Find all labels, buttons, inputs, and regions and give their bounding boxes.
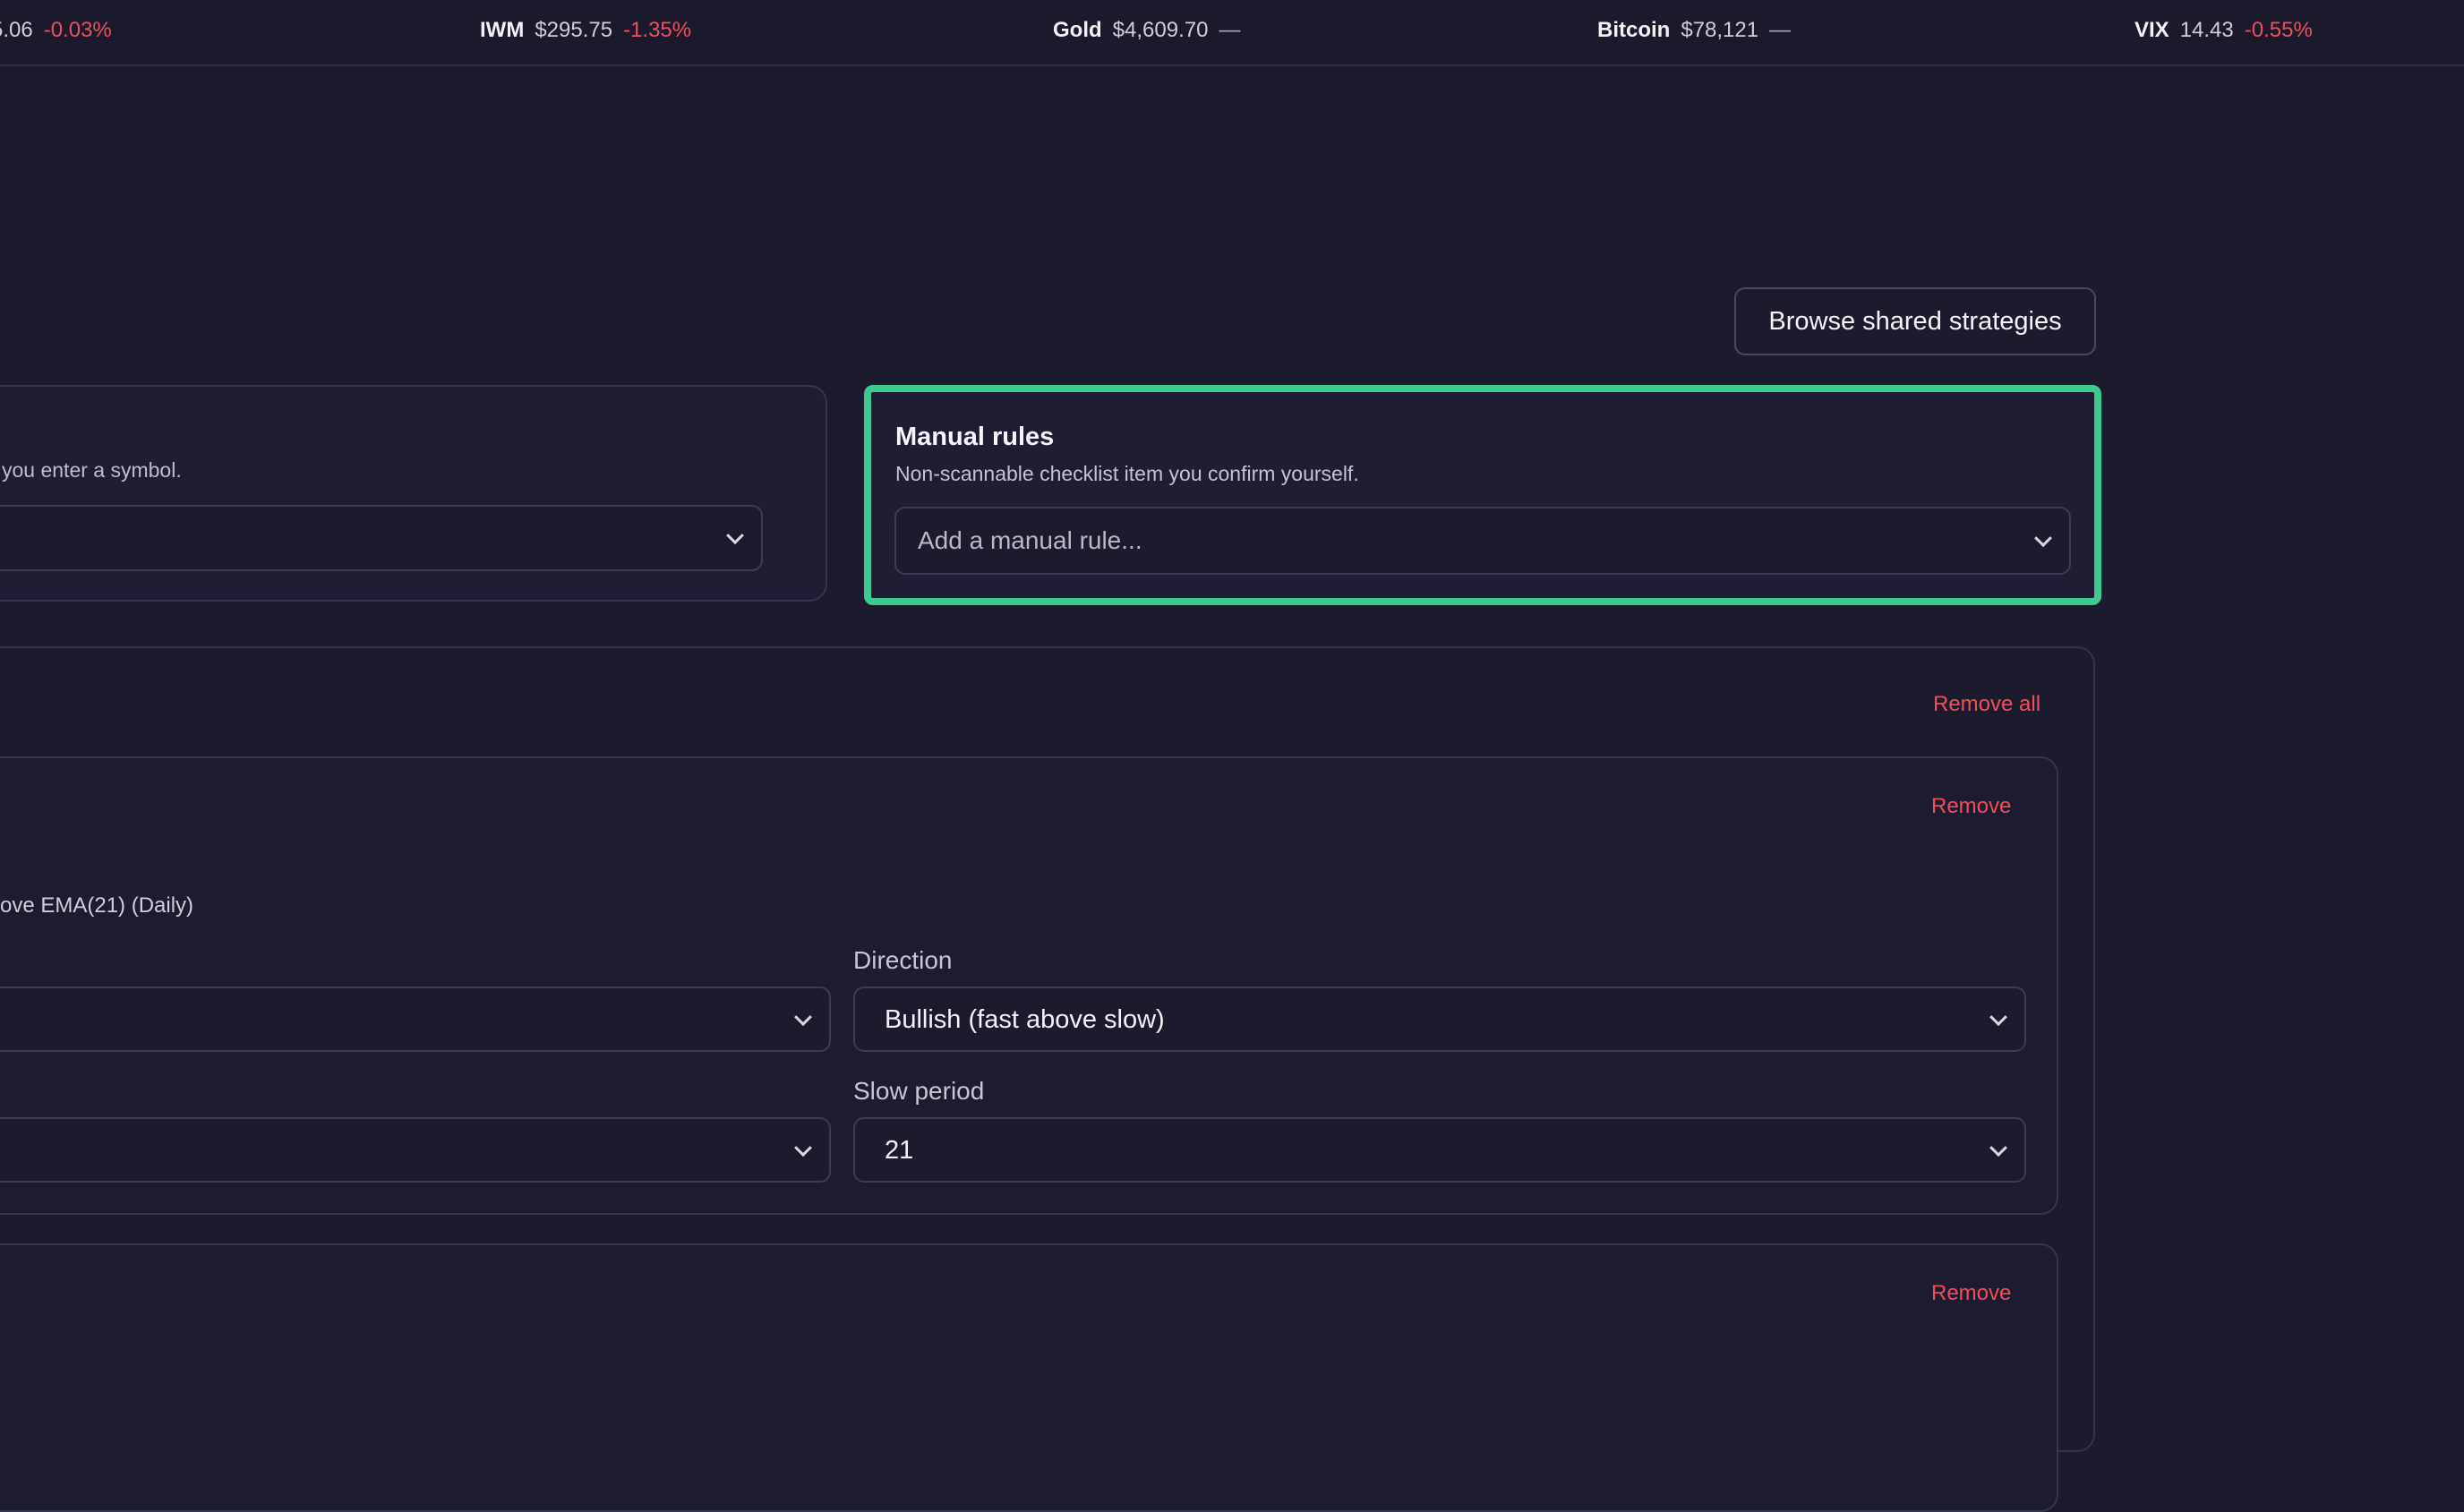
manual-rule-select[interactable]: Add a manual rule... bbox=[894, 507, 2071, 575]
scan-rule-select[interactable] bbox=[0, 505, 763, 571]
chevron-down-icon bbox=[726, 526, 744, 545]
chevron-down-icon bbox=[794, 1138, 812, 1157]
chevron-down-icon bbox=[2034, 529, 2052, 548]
rule-card bbox=[0, 1243, 2058, 1512]
ticker-change: -1.35% bbox=[623, 18, 692, 42]
chevron-down-icon bbox=[794, 1007, 812, 1026]
manual-rule-placeholder: Add a manual rule... bbox=[918, 526, 1142, 554]
manual-rules-title: Manual rules bbox=[895, 423, 1055, 451]
ticker-change: — bbox=[1219, 18, 1241, 42]
direction-select[interactable]: Bullish (fast above slow) bbox=[853, 987, 2026, 1052]
ticker-price: $78,121 bbox=[1681, 18, 1759, 42]
ticker-symbol: VIX bbox=[2135, 18, 2169, 42]
direction-label: Direction bbox=[853, 946, 953, 974]
ticker-symbol: Bitcoin bbox=[1597, 18, 1671, 42]
fast-ma-select[interactable] bbox=[0, 987, 831, 1052]
ticker-change: -0.03% bbox=[43, 18, 112, 42]
ticker-symbol: Gold bbox=[1053, 18, 1102, 42]
ticker-change: — bbox=[1769, 18, 1792, 42]
ticker-item-gold[interactable]: Gold $4,609.70 — bbox=[1053, 18, 1240, 43]
chevron-down-icon bbox=[1989, 1138, 2007, 1157]
fast-period-select[interactable] bbox=[0, 1117, 831, 1183]
ticker-price: 14.43 bbox=[2179, 18, 2234, 42]
ticker-item[interactable]: 5.06 -0.03% bbox=[0, 18, 112, 43]
slow-period-label: Slow period bbox=[853, 1077, 985, 1105]
scan-rules-card: you enter a symbol. bbox=[0, 385, 827, 602]
ticker-price: $295.75 bbox=[535, 18, 613, 42]
ticker-bar: 5.06 -0.03% IWM $295.75 -1.35% Gold $4,6… bbox=[0, 0, 2464, 66]
ticker-item-vix[interactable]: VIX 14.43 -0.55% bbox=[2135, 18, 2313, 43]
ticker-item-iwm[interactable]: IWM $295.75 -1.35% bbox=[480, 18, 691, 43]
ticker-symbol: IWM bbox=[480, 18, 525, 42]
chevron-down-icon bbox=[1989, 1007, 2007, 1026]
ticker-change: -0.55% bbox=[2244, 18, 2313, 42]
browse-shared-strategies-button[interactable]: Browse shared strategies bbox=[1734, 287, 2096, 355]
scan-rules-hint: you enter a symbol. bbox=[2, 458, 182, 482]
remove-rule-link[interactable]: Remove bbox=[1931, 1281, 2011, 1306]
manual-rules-description: Non-scannable checklist item you confirm… bbox=[895, 462, 1359, 485]
direction-value: Bullish (fast above slow) bbox=[885, 1005, 1165, 1034]
ticker-price: $4,609.70 bbox=[1112, 18, 1209, 42]
slow-period-select[interactable]: 21 bbox=[853, 1117, 2026, 1183]
remove-rule-link[interactable]: Remove bbox=[1931, 794, 2011, 819]
manual-rules-card: Manual rules Non-scannable checklist ite… bbox=[864, 385, 2101, 605]
remove-all-link[interactable]: Remove all bbox=[1933, 692, 2040, 717]
ticker-item-bitcoin[interactable]: Bitcoin $78,121 — bbox=[1597, 18, 1791, 43]
ticker-price: 5.06 bbox=[0, 18, 33, 42]
rule-summary: ove EMA(21) (Daily) bbox=[0, 893, 194, 918]
slow-period-value: 21 bbox=[885, 1136, 914, 1165]
